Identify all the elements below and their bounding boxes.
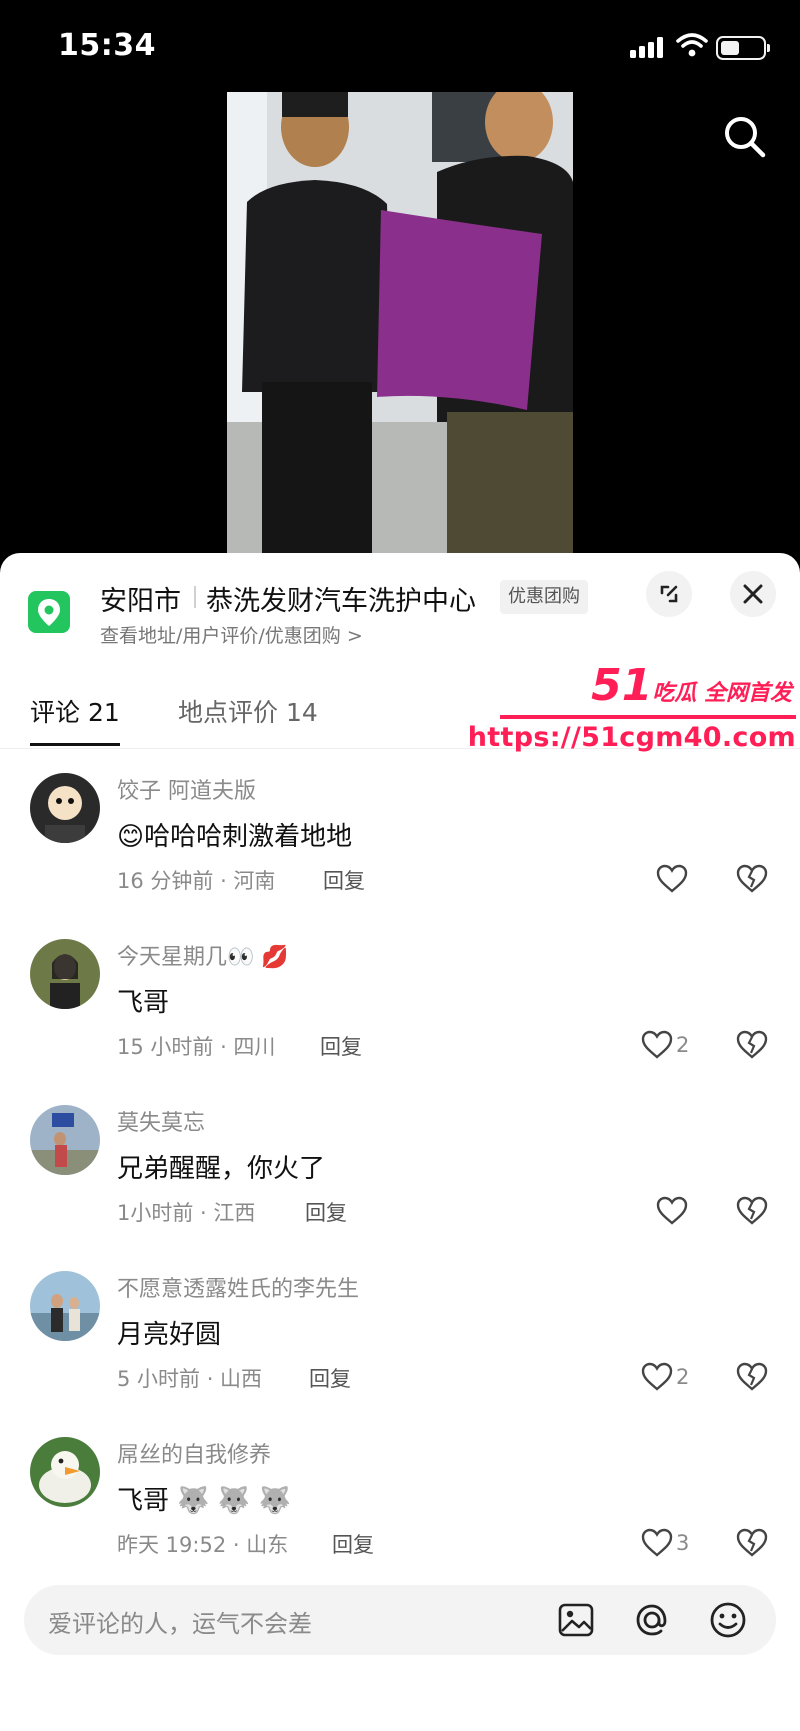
- status-time: 15:34: [58, 28, 156, 63]
- watermark-url: https://51cgm40.com: [467, 722, 796, 753]
- location-name[interactable]: 恭洗发财汽车洗护中心: [206, 579, 476, 618]
- comment-username[interactable]: 不愿意透露姓氏的李先生: [117, 1271, 359, 1303]
- watermark-line: [500, 715, 796, 719]
- comment-meta: 昨天 19:52 · 山东: [117, 1533, 289, 1557]
- heart-icon[interactable]: [655, 1195, 689, 1227]
- heart-icon[interactable]: [655, 863, 689, 895]
- broken-heart-icon[interactable]: [735, 863, 769, 895]
- comment-input[interactable]: 爱评论的人，运气不会差: [48, 1604, 312, 1639]
- battery-icon: [716, 36, 770, 60]
- comment-item: 饺子 阿道夫版 😊哈哈哈刺激着地地 16 分钟前 · 河南 回复: [0, 753, 800, 913]
- group-deal-badge[interactable]: 优惠团购: [500, 580, 588, 614]
- reply-button[interactable]: 回复: [309, 1363, 351, 1393]
- avatar[interactable]: [30, 939, 100, 1009]
- heart-icon[interactable]: [640, 1361, 674, 1393]
- comment-text: 飞哥: [117, 988, 170, 1018]
- comment-meta: 15 小时前 · 四川: [117, 1035, 276, 1059]
- search-icon[interactable]: [722, 114, 768, 160]
- comment-username[interactable]: 今天星期几👀 💋: [117, 939, 289, 971]
- video-frame[interactable]: [227, 92, 573, 562]
- broken-heart-icon[interactable]: [735, 1029, 769, 1061]
- comment-meta: 1小时前 · 江西: [117, 1201, 256, 1225]
- reply-button[interactable]: 回复: [323, 865, 365, 895]
- avatar[interactable]: [30, 773, 100, 843]
- comment-text: 😊哈哈哈刺激着地地: [117, 822, 353, 852]
- comment-text: 月亮好圆: [117, 1320, 222, 1350]
- active-tab-indicator: [30, 743, 120, 746]
- comment-meta: 5 小时前 · 山西: [117, 1367, 263, 1391]
- comment-username[interactable]: 莫失莫忘: [117, 1105, 205, 1137]
- heart-icon[interactable]: [640, 1029, 674, 1061]
- comment-meta: 16 分钟前 · 河南: [117, 869, 276, 893]
- video-thumbnail-image: [227, 92, 573, 562]
- comment-input-bar[interactable]: 爱评论的人，运气不会差: [24, 1585, 776, 1655]
- location-pin-icon: [28, 591, 70, 633]
- like-count: 3: [676, 1531, 690, 1555]
- expand-button[interactable]: [646, 571, 692, 617]
- watermark-text: 吃瓜 全网首发: [652, 681, 792, 706]
- emoji-icon[interactable]: [708, 1600, 748, 1640]
- comment-item: 今天星期几👀 💋 飞哥 15 小时前 · 四川 回复 2: [0, 919, 800, 1079]
- wifi-icon: [676, 33, 708, 57]
- heart-icon[interactable]: [640, 1527, 674, 1559]
- location-city[interactable]: 安阳市: [100, 579, 181, 618]
- avatar[interactable]: [30, 1437, 100, 1507]
- comment-username[interactable]: 屌丝的自我修养: [117, 1437, 271, 1469]
- watermark-number: 51: [591, 660, 653, 711]
- close-button[interactable]: [730, 571, 776, 617]
- comment-text: 飞哥 🐺 🐺 🐺: [117, 1486, 291, 1516]
- expand-icon: [660, 585, 678, 603]
- location-subtitle-link[interactable]: 查看地址/用户评价/优惠团购 >: [100, 621, 363, 648]
- video-player[interactable]: [0, 92, 800, 562]
- mention-icon[interactable]: [632, 1600, 672, 1640]
- reply-button[interactable]: 回复: [305, 1197, 347, 1227]
- comment-item: 莫失莫忘 兄弟醒醒，你火了 1小时前 · 江西 回复: [0, 1085, 800, 1245]
- avatar[interactable]: [30, 1271, 100, 1341]
- reply-button[interactable]: 回复: [320, 1031, 362, 1061]
- comment-item: 屌丝的自我修养 飞哥 🐺 🐺 🐺 昨天 19:52 · 山东 回复 3: [0, 1417, 800, 1577]
- avatar[interactable]: [30, 1105, 100, 1175]
- comment-text: 兄弟醒醒，你火了: [117, 1154, 326, 1184]
- tab-place-reviews[interactable]: 地点评价 14: [178, 693, 318, 729]
- reply-button[interactable]: 回复: [332, 1529, 374, 1559]
- tab-comments[interactable]: 评论 21: [30, 693, 120, 729]
- close-icon: [743, 584, 763, 604]
- status-bar: 15:34: [0, 0, 800, 92]
- image-icon[interactable]: [556, 1600, 596, 1640]
- watermark-title: 51吃瓜 全网首发: [591, 660, 792, 711]
- like-count: 2: [676, 1033, 690, 1057]
- like-count: 2: [676, 1365, 690, 1389]
- location-divider: [194, 586, 196, 608]
- broken-heart-icon[interactable]: [735, 1195, 769, 1227]
- watermark: 51吃瓜 全网首发 https://51cgm40.com: [468, 660, 800, 770]
- comment-username[interactable]: 饺子 阿道夫版: [117, 773, 256, 805]
- broken-heart-icon[interactable]: [735, 1361, 769, 1393]
- comment-item: 不愿意透露姓氏的李先生 月亮好圆 5 小时前 · 山西 回复 2: [0, 1251, 800, 1411]
- broken-heart-icon[interactable]: [735, 1527, 769, 1559]
- signal-icon: [630, 36, 670, 58]
